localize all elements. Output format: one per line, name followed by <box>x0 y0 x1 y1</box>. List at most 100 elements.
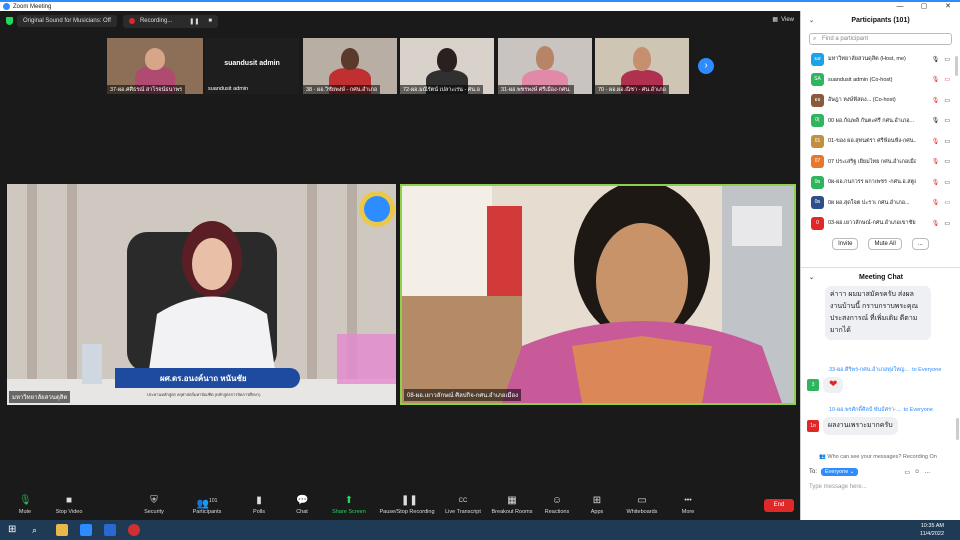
breakout-rooms-icon: ▦ <box>507 495 517 506</box>
avatar: 01 <box>811 134 824 148</box>
next-page-arrow-icon[interactable]: › <box>698 58 714 74</box>
security-label: Security <box>144 509 164 515</box>
participant-row[interactable]: 01 01-ของ ผอ.สุทนต่รา ศรีฟ้อนฟัง-กศน... 🎙 ▭ <box>801 131 960 152</box>
participant-row[interactable]: 0ผ 0ผ ผอ.สุดใจต ปะราเ กศน.อำเภอ... 🎙 ▭ <box>801 193 960 214</box>
muted-microphone-icon[interactable]: 🎙 <box>932 179 940 186</box>
chat-scrollbar[interactable] <box>956 418 959 440</box>
stop-video-button[interactable]: ■ Stop Video <box>44 491 94 520</box>
camera-icon[interactable]: ▭ <box>944 56 950 63</box>
video-tile[interactable]: 72-ผอ.มณีรัตน์ เปลาะเรน - ศน.อ <box>400 38 494 94</box>
video-off-icon[interactable]: ▭ <box>944 76 950 83</box>
pause-stop-recording-button[interactable]: ❚❚ Pause/Stop Recording <box>370 491 444 520</box>
camera-icon[interactable]: ▭ <box>944 117 950 124</box>
emoji-icon[interactable]: ☺ <box>914 469 920 475</box>
video-tile[interactable]: 70 - ผอ.ผอ.ณิชา - ศน.อำเภอ <box>595 38 689 94</box>
more-icon[interactable]: … <box>924 469 930 475</box>
avatar: 0( <box>811 114 824 128</box>
microphone-icon[interactable]: 🎙 <box>932 56 940 63</box>
chevron-down-icon: ⌄ <box>849 469 855 475</box>
muted-microphone-icon[interactable]: 🎙 <box>932 97 940 104</box>
participant-search-input[interactable]: ⌕ Find a participant <box>809 33 952 45</box>
participants-button[interactable]: 👥101 Participants <box>182 491 232 520</box>
chat-message: 33-ผอ.ศิริพร-กศน.อำเภอทุ่งใหญ่... to Eve… <box>807 366 957 393</box>
clock-time: 10:35 AM <box>920 523 944 529</box>
camera-icon[interactable]: ▭ <box>944 138 950 145</box>
participant-name: 03-ผอ.เยาวลักษณ์-กศน.อำเภอเขาชัยสน <box>828 220 916 227</box>
more-icon: ••• <box>684 497 692 504</box>
live-transcript-button[interactable]: CC Live Transcript <box>438 491 488 520</box>
participant-row[interactable]: มส มหาวิทยาลัยสวนดุสิต (Host, me) 🎙 ▭ <box>801 49 960 70</box>
video-tile[interactable]: 37-ผอ.ศศิธรณ์ สาโรจน์ธนาพร <box>107 38 203 94</box>
sender-name: 33-ผอ.ศิริพร-กศน.อำเภอทุ่งใหญ่... <box>829 367 910 373</box>
participant-row[interactable]: 0ผ 0ผ-ผอ.กนกวรร ผกาเพชร -กศน.อ.สตูล 🎙 ▭ <box>801 172 960 193</box>
more-label: More <box>681 509 695 515</box>
camera-icon[interactable]: ▭ <box>944 97 950 104</box>
app-icon[interactable] <box>104 524 116 536</box>
main-video-speaker[interactable]: ผศ.ดร.อนงค์นาถ หนันชัย ประธานหลักสูตร คร… <box>7 184 396 405</box>
muted-microphone-icon[interactable]: 🎙 <box>932 220 940 227</box>
recipient-value: Everyone <box>825 469 849 475</box>
recipient-dropdown[interactable]: Everyone ⌄ <box>821 468 859 476</box>
participant-row[interactable]: 0 03-ผอ.เยาวลักษณ์-กศน.อำเภอเขาชัยสน 🎙 ▭ <box>801 213 960 234</box>
participant-row[interactable]: 0( 00 ผอ.กัณพลิ กันตะศรี กศน.อำเภอ... 🎙 ▭ <box>801 111 960 132</box>
participant-row[interactable]: 07 07 ประเสริฐ เยี่ยมไทย กศน.อำเภอเมือง..… <box>801 152 960 173</box>
microphone-icon[interactable]: 🎙 <box>932 117 940 124</box>
participant-name: 07 ประเสริฐ เยี่ยมไทย กศน.อำเภอเมือง... <box>828 158 916 165</box>
file-explorer-icon[interactable] <box>56 524 68 536</box>
participant-row[interactable]: อธ อัษฎา หงษ์ฟัสดง... (Co-host) 🎙 ▭ <box>801 90 960 111</box>
video-tile[interactable]: suandusit admin suandusit admin <box>205 38 299 94</box>
participants-count: 101 <box>209 498 218 504</box>
muted-microphone-icon[interactable]: 🎙 <box>932 76 940 83</box>
maximize-button[interactable]: ▢ <box>912 2 936 11</box>
view-button[interactable]: ▦ View <box>772 16 794 24</box>
mute-all-button[interactable]: Mute All <box>868 237 902 250</box>
browser-icon[interactable] <box>128 524 140 536</box>
who-can-see-link[interactable]: 👥 Who can see your messages? Recording O… <box>819 454 937 460</box>
close-button[interactable]: ✕ <box>936 2 960 11</box>
more-options-button[interactable]: ... <box>911 237 929 250</box>
stop-recording-button[interactable]: ■ <box>208 18 212 24</box>
avatar: มส <box>811 52 824 66</box>
chat-button[interactable]: 💬 Chat <box>277 491 327 520</box>
windows-start-icon[interactable]: ⊞ <box>8 524 20 536</box>
share-screen-button[interactable]: ⬆ Share Screen <box>324 491 374 520</box>
file-icon[interactable]: ▭ <box>904 469 910 476</box>
chevron-down-icon[interactable]: ⌄ <box>809 268 814 288</box>
video-tile[interactable]: 31-ผอ.พชรพงษ์ ศรีเมือง-กศน. <box>498 38 592 94</box>
recipient-name: to Everyone <box>903 407 933 413</box>
end-meeting-button[interactable]: End <box>764 499 794 512</box>
camera-icon[interactable]: ▭ <box>944 220 950 227</box>
chat-title: Meeting Chat <box>859 274 903 281</box>
participant-name: 00 ผอ.กัณพลิ กันตะศรี กศน.อำเภอ... <box>828 117 915 124</box>
video-label: 08-ผอ.เยาวลักษณ์ ศิลปกิจ-กศน.อำเภอเมือง <box>404 389 522 401</box>
minimize-button[interactable]: — <box>888 2 912 11</box>
camera-icon[interactable]: ▭ <box>944 158 950 165</box>
participant-row[interactable]: SA suandusit admin (Co-host) 🎙 ▭ <box>801 70 960 91</box>
camera-icon[interactable]: ▭ <box>944 179 950 186</box>
video-off-icon[interactable]: ▭ <box>944 199 950 206</box>
more-button[interactable]: ••• More <box>663 491 713 520</box>
muted-microphone-icon[interactable]: 🎙 <box>932 138 940 145</box>
title-bar: Zoom Meeting — ▢ ✕ <box>0 0 960 11</box>
apps-button[interactable]: ⊞ Apps <box>572 491 622 520</box>
pause-recording-button[interactable]: ❚❚ <box>189 18 199 25</box>
participant-name: มหาวิทยาลัยสวนดุสิต (Host, me) <box>828 56 906 63</box>
search-icon[interactable]: ⌕ <box>32 524 44 536</box>
whiteboards-button[interactable]: ▭ Whiteboards <box>617 491 667 520</box>
mute-button[interactable]: 🎙 Mute <box>0 491 50 520</box>
zoom-app-icon[interactable] <box>80 524 92 536</box>
muted-microphone-icon[interactable]: 🎙 <box>932 199 940 206</box>
chat-message-input[interactable]: Type message here... <box>809 484 867 490</box>
chevron-down-icon[interactable]: ⌄ <box>809 11 814 31</box>
participant-actions: Invite Mute All ... <box>801 237 960 250</box>
invite-button[interactable]: Invite <box>832 237 859 250</box>
original-sound-button[interactable]: Original Sound for Musicians: Off <box>17 15 117 27</box>
taskbar-clock[interactable]: 10:35 AM 11/4/2022 <box>920 522 944 538</box>
participant-name: 0ผ ผอ.สุดใจต ปะราเ กศน.อำเภอ... <box>828 199 910 206</box>
participant-scrollbar[interactable] <box>955 56 958 76</box>
muted-microphone-icon[interactable]: 🎙 <box>932 158 940 165</box>
main-video-active-speaker[interactable]: 08-ผอ.เยาวลักษณ์ ศิลปกิจ-กศน.อำเภอเมือง <box>400 184 796 405</box>
window-title: Zoom Meeting <box>13 3 52 10</box>
video-tile[interactable]: 38 - ผอ.วิชัยพงษ์ - กศน.อำเภอ <box>303 38 397 94</box>
security-button[interactable]: ⛨ Security <box>129 491 179 520</box>
